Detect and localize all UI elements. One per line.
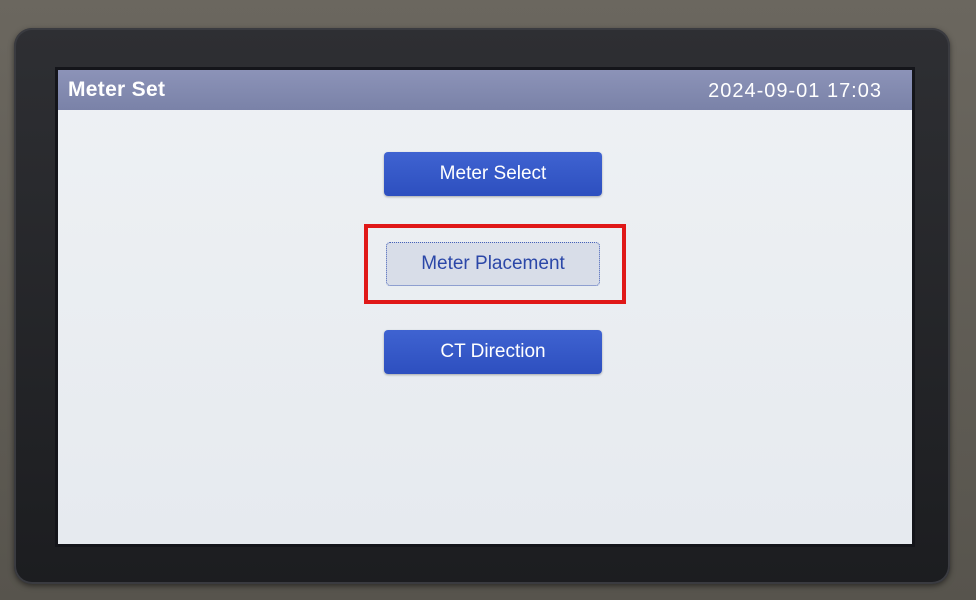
ct-direction-button[interactable]: CT Direction: [384, 330, 602, 374]
title-bar: Meter Set 2024-09-01 17:03: [58, 70, 912, 110]
meter-select-button[interactable]: Meter Select: [384, 152, 602, 196]
meter-select-label: Meter Select: [439, 163, 547, 184]
device-screen: Meter Set 2024-09-01 17:03 Meter Select …: [58, 70, 912, 544]
meter-placement-label: Meter Placement: [421, 253, 565, 274]
datetime-display: 2024-09-01 17:03: [708, 80, 882, 102]
page-title: Meter Set: [68, 78, 166, 101]
meter-placement-button[interactable]: Meter Placement: [386, 242, 600, 286]
ct-direction-label: CT Direction: [440, 341, 546, 362]
